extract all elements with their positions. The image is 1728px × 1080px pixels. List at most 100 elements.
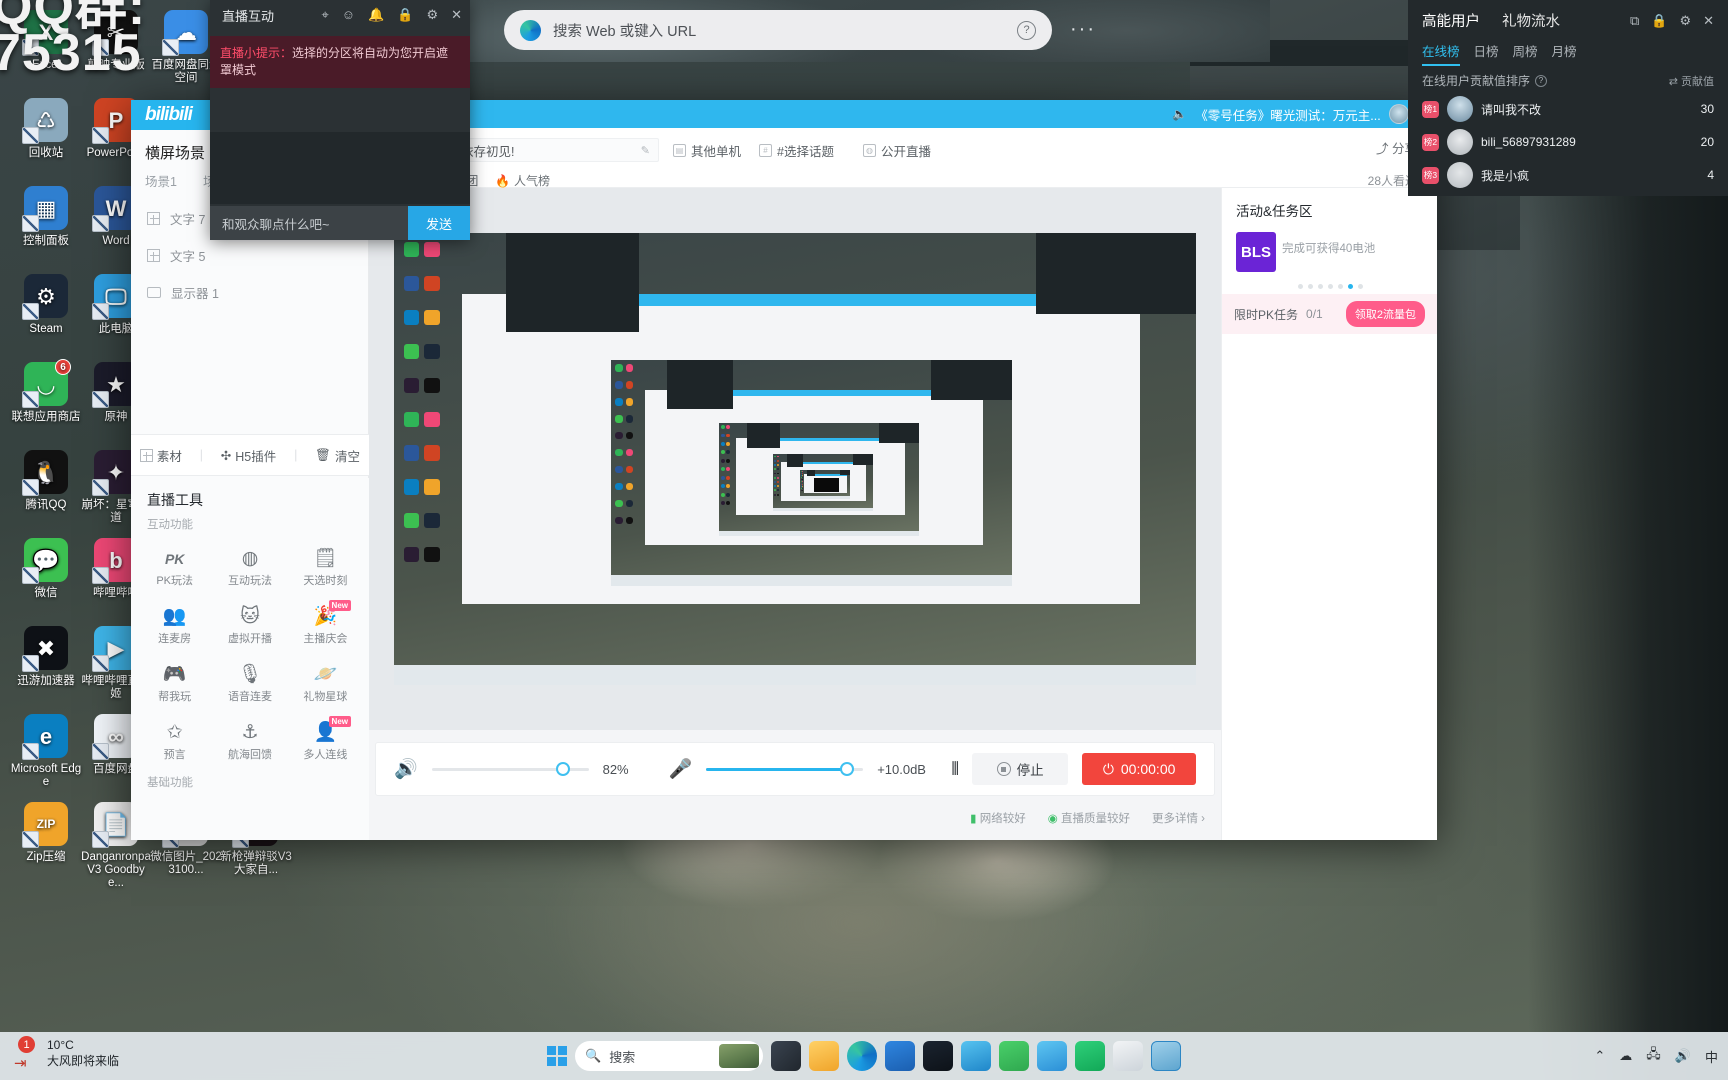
equalizer-icon[interactable]: ⦀ bbox=[951, 759, 959, 780]
taskbar-search-box[interactable]: 🔍 搜索 bbox=[575, 1041, 763, 1071]
live-tool-gamepad[interactable]: 🎮 帮我玩 bbox=[137, 658, 212, 708]
live-tool-anchor[interactable]: ⚓ 航海回馈 bbox=[212, 716, 287, 766]
ime-indicator[interactable]: 中 bbox=[1705, 1047, 1718, 1066]
live-tool-multi[interactable]: 👤 多人连线 New bbox=[288, 716, 363, 766]
interaction-window-titlebar[interactable]: 直播互动 ⌖ ☺ 🔔 🔒 ⚙ ✕ bbox=[210, 0, 470, 30]
stream-category-chip[interactable]: ▤ 其他单机 bbox=[673, 138, 741, 162]
scene-tab-1[interactable]: 场景1 bbox=[145, 171, 177, 190]
help-icon[interactable]: ? bbox=[1535, 74, 1548, 87]
live-tool-party[interactable]: 🎉 主播庆会 New bbox=[288, 600, 363, 650]
wechat-icon[interactable] bbox=[999, 1041, 1029, 1071]
live-tool-planet[interactable]: ◍ 互动玩法 bbox=[212, 542, 287, 592]
carousel-dot-active[interactable] bbox=[1348, 284, 1353, 289]
desktop-icon-微信[interactable]: 💬 微信 bbox=[10, 538, 82, 600]
stream-visibility-chip[interactable]: ◍ 公开直播 bbox=[863, 138, 931, 162]
chevron-up-icon[interactable]: ⌃ bbox=[1594, 1048, 1605, 1064]
live-tool-taskbar-icon[interactable] bbox=[1151, 1041, 1181, 1071]
rank-row[interactable]: 榜2 bili_56897931289 20 bbox=[1422, 129, 1714, 155]
desktop-icon-联想应用商店[interactable]: ◡ 6 联想应用商店 bbox=[10, 359, 82, 424]
mic-slider-knob[interactable] bbox=[840, 762, 855, 776]
popularity-rank-button[interactable]: 🔥 人气榜 bbox=[495, 172, 550, 189]
volume-slider-knob[interactable] bbox=[555, 762, 570, 776]
help-icon[interactable]: ? bbox=[1017, 20, 1036, 40]
desktop-icon-Excel[interactable]: X Excel bbox=[10, 10, 82, 72]
mic-icon[interactable]: 🎤 bbox=[669, 757, 693, 781]
desktop-icon-回收站[interactable]: ♺ 回收站 bbox=[10, 98, 82, 160]
carousel-dot[interactable] bbox=[1358, 284, 1363, 289]
desktop-icon-Steam[interactable]: ⚙ Steam bbox=[10, 274, 82, 336]
add-material-button[interactable]: 素材 bbox=[139, 446, 182, 465]
mic-gain-slider[interactable] bbox=[706, 762, 864, 776]
store-icon[interactable] bbox=[885, 1041, 915, 1071]
tab-gift-flow[interactable]: 礼物流水 bbox=[1502, 10, 1560, 31]
close-icon[interactable]: ✕ bbox=[1703, 13, 1714, 29]
desktop-icon-Zip压缩[interactable]: ZIP Zip压缩 bbox=[10, 802, 82, 864]
clear-button[interactable]: 🗑 清空 bbox=[315, 446, 360, 465]
emoji-icon[interactable]: ☺ bbox=[342, 7, 355, 23]
network-icon[interactable]: 🖧 bbox=[1646, 1045, 1661, 1067]
lenovo-icon[interactable] bbox=[1113, 1041, 1143, 1071]
desktop-icon-腾讯QQ[interactable]: 🐧 腾讯QQ bbox=[10, 450, 82, 512]
cloud-icon[interactable]: ☁ bbox=[1619, 1048, 1632, 1064]
edge-dev-icon[interactable] bbox=[961, 1041, 991, 1071]
rank-row[interactable]: 榜1 请叫我不改 30 bbox=[1422, 96, 1714, 122]
claim-traffic-pack-button[interactable]: 领取2流量包 bbox=[1345, 301, 1425, 327]
desktop-icon-MicrosoftE[interactable]: e Microsoft Edge bbox=[10, 714, 82, 789]
live-tool-star[interactable]: ✩ 预言 bbox=[137, 716, 212, 766]
desktop-icon-剪映专业版[interactable]: ✂ 剪映专业版 bbox=[80, 10, 152, 72]
carousel-dot[interactable] bbox=[1328, 284, 1333, 289]
scene-layer-item[interactable]: 显示器 1 bbox=[131, 274, 368, 311]
chat-input[interactable]: 和观众聊点什么吧~ bbox=[210, 206, 408, 240]
desktop-icon-迅游加速器[interactable]: ✖ 迅游加速器 bbox=[10, 626, 82, 688]
preview-canvas[interactable] bbox=[394, 233, 1196, 685]
tab-high-energy-users[interactable]: 高能用户 bbox=[1422, 10, 1480, 31]
close-icon[interactable]: ✕ bbox=[451, 7, 462, 23]
live-tool-avatar[interactable]: 🐱 虚拟开播 bbox=[212, 600, 287, 650]
live-tool-pk[interactable]: PK PK玩法 bbox=[137, 542, 212, 592]
lock-icon[interactable]: 🔒 bbox=[397, 7, 413, 23]
cursor-icon[interactable]: ⌖ bbox=[321, 7, 328, 23]
gear-icon[interactable]: ⚙ bbox=[1679, 13, 1691, 29]
scene-layer-item[interactable]: 文字 5 bbox=[131, 237, 368, 274]
pencil-icon[interactable]: ✎ bbox=[641, 144, 650, 157]
carousel-dot[interactable] bbox=[1338, 284, 1343, 289]
carousel-dot[interactable] bbox=[1308, 284, 1313, 289]
volume-tray-icon[interactable]: 🔊 bbox=[1675, 1048, 1691, 1064]
live-tool-card[interactable]: 🗒 天选时刻 bbox=[288, 542, 363, 592]
gear-icon[interactable]: ⚙ bbox=[426, 7, 438, 23]
speaker-icon[interactable]: 🔊 bbox=[394, 757, 418, 781]
carousel-dots[interactable] bbox=[1298, 284, 1363, 289]
stream-topic-chip[interactable]: # #选择话题 bbox=[759, 138, 834, 162]
browser-icon[interactable] bbox=[847, 1041, 877, 1071]
send-button[interactable]: 发送 bbox=[408, 206, 470, 240]
mail-icon[interactable] bbox=[923, 1041, 953, 1071]
rank-row[interactable]: 榜3 我是小疯 4 bbox=[1422, 162, 1714, 188]
stream-preview-area[interactable] bbox=[369, 188, 1221, 730]
bell-icon[interactable]: 🔔 bbox=[368, 7, 384, 23]
file-explorer-icon[interactable] bbox=[809, 1041, 839, 1071]
rank-tab-online[interactable]: 在线榜 bbox=[1422, 41, 1460, 66]
taskview-icon[interactable] bbox=[771, 1041, 801, 1071]
contribution-sort-toggle[interactable]: ⇄ 贡献值 bbox=[1669, 73, 1714, 89]
live-timer-button[interactable]: ⏻ 00:00:00 bbox=[1082, 753, 1196, 785]
desktop-icon-控制面板[interactable]: ▦ 控制面板 bbox=[10, 186, 82, 248]
live-tool-mic[interactable]: 🎙 语音连麦 bbox=[212, 658, 287, 708]
h5-plugin-button[interactable]: ✣ H5插件 bbox=[221, 446, 276, 465]
announcement-bar[interactable]: 🔈 《零号任务》曙光测试：万元主... ▾ bbox=[369, 100, 1437, 128]
rank-tab-weekly[interactable]: 周榜 bbox=[1513, 41, 1538, 60]
more-details-link[interactable]: 更多详情 › bbox=[1152, 810, 1205, 826]
carousel-dot[interactable] bbox=[1298, 284, 1303, 289]
volume-slider[interactable] bbox=[431, 762, 589, 776]
rank-tab-daily[interactable]: 日榜 bbox=[1474, 41, 1499, 60]
bls-event-badge[interactable]: BLS bbox=[1236, 232, 1276, 272]
stop-button[interactable]: 停止 bbox=[972, 753, 1069, 785]
qq-icon[interactable] bbox=[1075, 1041, 1105, 1071]
live-tool-planet2[interactable]: 🪐 礼物星球 bbox=[288, 658, 363, 708]
carousel-dot[interactable] bbox=[1318, 284, 1323, 289]
start-button[interactable] bbox=[547, 1046, 567, 1066]
address-bar[interactable]: 搜索 Web 或键入 URL ? bbox=[504, 10, 1052, 50]
more-options-icon[interactable]: ··· bbox=[1070, 18, 1096, 41]
live-tool-people[interactable]: 👥 连麦房 bbox=[137, 600, 212, 650]
rank-tab-monthly[interactable]: 月榜 bbox=[1552, 41, 1577, 60]
lock-icon[interactable]: 🔒 bbox=[1651, 13, 1667, 29]
